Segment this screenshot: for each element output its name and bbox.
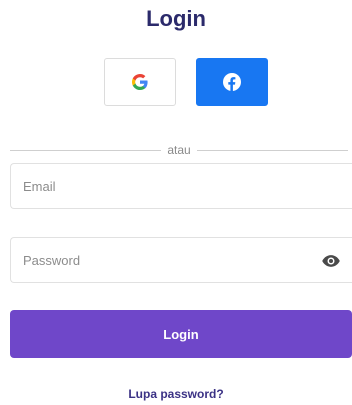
google-icon xyxy=(132,74,148,90)
or-divider: atau xyxy=(10,143,349,157)
social-login-group xyxy=(104,58,268,106)
divider-line-left xyxy=(10,149,162,151)
divider-text: atau xyxy=(167,143,191,157)
divider-line-right xyxy=(196,149,349,151)
password-field-container xyxy=(10,237,352,283)
eye-icon[interactable] xyxy=(320,251,342,271)
email-input[interactable] xyxy=(11,164,303,208)
page-title: Login xyxy=(146,6,206,31)
email-field-container xyxy=(10,163,352,209)
facebook-login-button[interactable] xyxy=(196,58,268,106)
forgot-password-link[interactable]: Lupa password? xyxy=(0,387,352,401)
password-input[interactable] xyxy=(11,238,303,282)
login-page: Login atau L xyxy=(0,0,352,405)
google-login-button[interactable] xyxy=(104,58,176,106)
facebook-icon xyxy=(223,73,241,91)
login-button[interactable]: Login xyxy=(10,310,352,358)
